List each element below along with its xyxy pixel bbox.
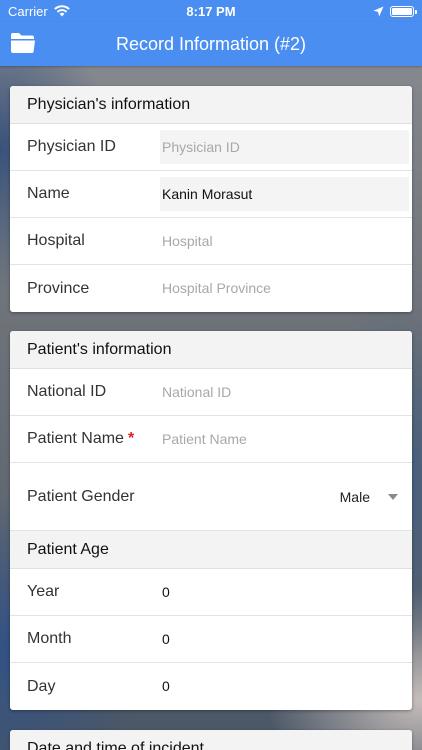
patient-gender-label: Patient Gender bbox=[27, 487, 135, 505]
physician-id-input[interactable] bbox=[160, 130, 409, 164]
incident-card: Date and time of incident bbox=[10, 730, 412, 750]
patient-card: Patient's information National ID Patien… bbox=[10, 331, 412, 710]
age-day-input[interactable] bbox=[160, 669, 409, 703]
province-row: Province bbox=[10, 265, 412, 312]
patient-section-header: Patient's information bbox=[10, 331, 412, 369]
age-year-label: Year bbox=[27, 583, 60, 600]
physician-section-header: Physician's information bbox=[10, 86, 412, 124]
hospital-label: Hospital bbox=[27, 232, 85, 249]
physician-card: Physician's information Physician ID Nam… bbox=[10, 86, 412, 312]
patient-age-header: Patient Age bbox=[10, 531, 412, 569]
province-input[interactable] bbox=[160, 271, 409, 305]
folder-icon[interactable] bbox=[10, 32, 36, 54]
navigation-bar: Record Information (#2) bbox=[0, 22, 422, 66]
wifi-icon bbox=[53, 5, 70, 17]
location-arrow-icon bbox=[373, 6, 384, 16]
age-month-label: Month bbox=[27, 630, 72, 647]
national-id-row: National ID bbox=[10, 369, 412, 416]
hospital-row: Hospital bbox=[10, 218, 412, 265]
hospital-input[interactable] bbox=[160, 224, 409, 258]
battery-icon bbox=[390, 5, 417, 17]
patient-name-label-wrap: Patient Name * bbox=[10, 430, 160, 448]
age-day-row: Day bbox=[10, 663, 412, 710]
age-year-row: Year bbox=[10, 569, 412, 616]
province-label: Province bbox=[27, 279, 90, 297]
age-month-row: Month bbox=[10, 616, 412, 663]
gender-select[interactable]: Male bbox=[340, 463, 398, 530]
page-title: Record Information (#2) bbox=[115, 33, 307, 54]
form-scroll-area[interactable]: Physician's information Physician ID Nam… bbox=[0, 66, 422, 750]
status-left: Carrier bbox=[8, 4, 70, 19]
age-day-label: Day bbox=[27, 677, 56, 695]
national-id-input[interactable] bbox=[160, 375, 409, 409]
patient-name-row: Patient Name * bbox=[10, 416, 412, 463]
physician-id-label: Physician ID bbox=[27, 138, 116, 155]
national-id-label: National ID bbox=[27, 383, 107, 400]
physician-name-input[interactable] bbox=[160, 177, 409, 211]
age-year-input[interactable] bbox=[160, 575, 409, 609]
patient-name-input[interactable] bbox=[160, 422, 409, 456]
patient-name-label: Patient Name bbox=[27, 430, 124, 447]
battery-fill bbox=[392, 7, 412, 15]
status-right bbox=[373, 5, 417, 17]
patient-gender-row: Patient Gender Male bbox=[10, 463, 412, 531]
physician-name-label: Name bbox=[27, 185, 70, 202]
chevron-down-icon bbox=[388, 493, 398, 500]
required-marker: * bbox=[127, 430, 135, 447]
carrier-label: Carrier bbox=[8, 3, 48, 19]
incident-section-header: Date and time of incident bbox=[10, 730, 412, 750]
physician-id-row: Physician ID bbox=[10, 124, 412, 171]
gender-select-value: Male bbox=[339, 488, 370, 505]
status-bar: Carrier 8:17 PM bbox=[0, 0, 422, 22]
age-month-input[interactable] bbox=[160, 622, 409, 656]
physician-name-row: Name bbox=[10, 171, 412, 218]
